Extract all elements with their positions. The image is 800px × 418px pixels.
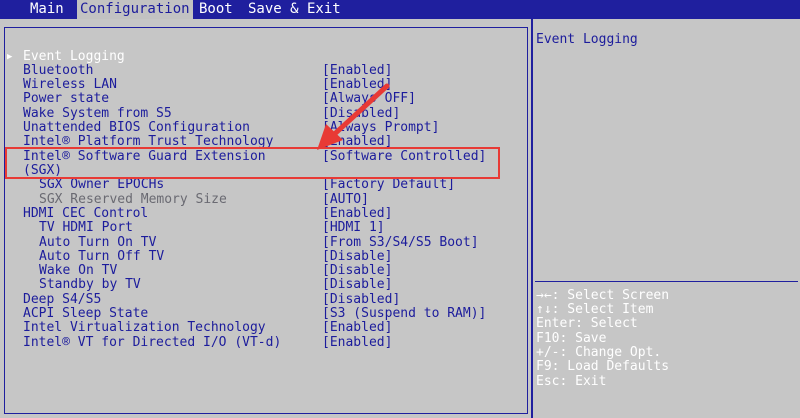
setting-wake-system-s5[interactable]: Wake System from S5: [23, 107, 172, 121]
setting-acpi-sleep-state[interactable]: ACPI Sleep State: [23, 307, 148, 321]
setting-unattended-bios[interactable]: Unattended BIOS Configuration: [23, 121, 250, 135]
setting-tv-hdmi-port[interactable]: TV HDMI Port: [39, 221, 133, 235]
value-sgx-reserved-memory: [AUTO]: [322, 192, 369, 207]
help-key-f9: F9: Load Defaults: [536, 359, 670, 374]
sgx-highlight-box: [5, 147, 500, 179]
value-unattended-bios[interactable]: [Always Prompt]: [322, 121, 439, 135]
setting-sgx-reserved-memory: SGX Reserved Memory Size: [39, 192, 227, 207]
tab-main[interactable]: Main: [30, 0, 64, 19]
setting-auto-turn-off-tv[interactable]: Auto Turn Off TV: [39, 250, 164, 264]
value-auto-turn-off-tv[interactable]: [Disable]: [322, 250, 392, 264]
setting-power-state[interactable]: Power state: [23, 92, 109, 106]
value-wake-on-tv[interactable]: [Disable]: [322, 264, 392, 278]
value-virtualization[interactable]: [Enabled]: [322, 321, 392, 335]
tab-boot[interactable]: Boot: [199, 0, 233, 19]
value-power-state[interactable]: [Always OFF]: [322, 92, 416, 106]
tab-configuration[interactable]: Configuration: [77, 0, 193, 19]
setting-wireless-lan[interactable]: Wireless LAN: [23, 78, 117, 92]
value-acpi-sleep-state[interactable]: [S3 (Suspend to RAM)]: [322, 307, 486, 321]
setting-standby-by-tv[interactable]: Standby by TV: [39, 278, 141, 292]
setting-deep-s4-s5[interactable]: Deep S4/S5: [23, 293, 101, 307]
help-key-select-screen: →←: Select Screen: [536, 288, 670, 303]
setting-wake-on-tv[interactable]: Wake On TV: [39, 264, 117, 278]
value-standby-by-tv[interactable]: [Disable]: [322, 278, 392, 292]
value-hdmi-cec[interactable]: [Enabled]: [322, 207, 392, 221]
help-key-select-item: ↑↓: Select Item: [536, 302, 654, 317]
setting-sgx-owner-epochs[interactable]: SGX Owner EPOCHs: [39, 178, 164, 192]
help-title: Event Logging: [536, 32, 638, 47]
value-deep-s4-s5[interactable]: [Disabled]: [322, 293, 400, 307]
value-wireless-lan[interactable]: [Enabled]: [322, 78, 392, 92]
help-key-enter: Enter: Select: [536, 316, 638, 331]
setting-vt-d[interactable]: Intel® VT for Directed I/O (VT-d): [23, 336, 281, 350]
help-key-change-opt: +/-: Change Opt.: [536, 345, 662, 360]
value-wake-system-s5[interactable]: [Disabled]: [322, 107, 400, 121]
value-bluetooth[interactable]: [Enabled]: [322, 64, 392, 78]
value-tv-hdmi-port[interactable]: [HDMI 1]: [322, 221, 385, 235]
bios-setup-screen: Main Configuration Boot Save & Exit ▶ Ev…: [0, 0, 800, 418]
value-auto-turn-on-tv[interactable]: [From S3/S4/S5 Boot]: [322, 236, 479, 250]
help-divider: [535, 281, 798, 282]
setting-hdmi-cec[interactable]: HDMI CEC Control: [23, 207, 148, 221]
setting-virtualization[interactable]: Intel Virtualization Technology: [23, 321, 266, 335]
help-key-esc: Esc: Exit: [536, 374, 607, 389]
setting-bluetooth[interactable]: Bluetooth: [23, 64, 93, 78]
selection-arrow-icon: ▶: [7, 52, 13, 62]
value-vt-d[interactable]: [Enabled]: [322, 336, 392, 350]
tab-save-exit[interactable]: Save & Exit: [248, 0, 341, 19]
menu-bar: Main Configuration Boot Save & Exit: [0, 0, 800, 19]
help-key-f10: F10: Save: [536, 331, 607, 346]
setting-event-logging[interactable]: Event Logging: [23, 50, 125, 64]
setting-auto-turn-on-tv[interactable]: Auto Turn On TV: [39, 236, 156, 250]
value-sgx-owner-epochs[interactable]: [Factory Default]: [322, 178, 455, 192]
